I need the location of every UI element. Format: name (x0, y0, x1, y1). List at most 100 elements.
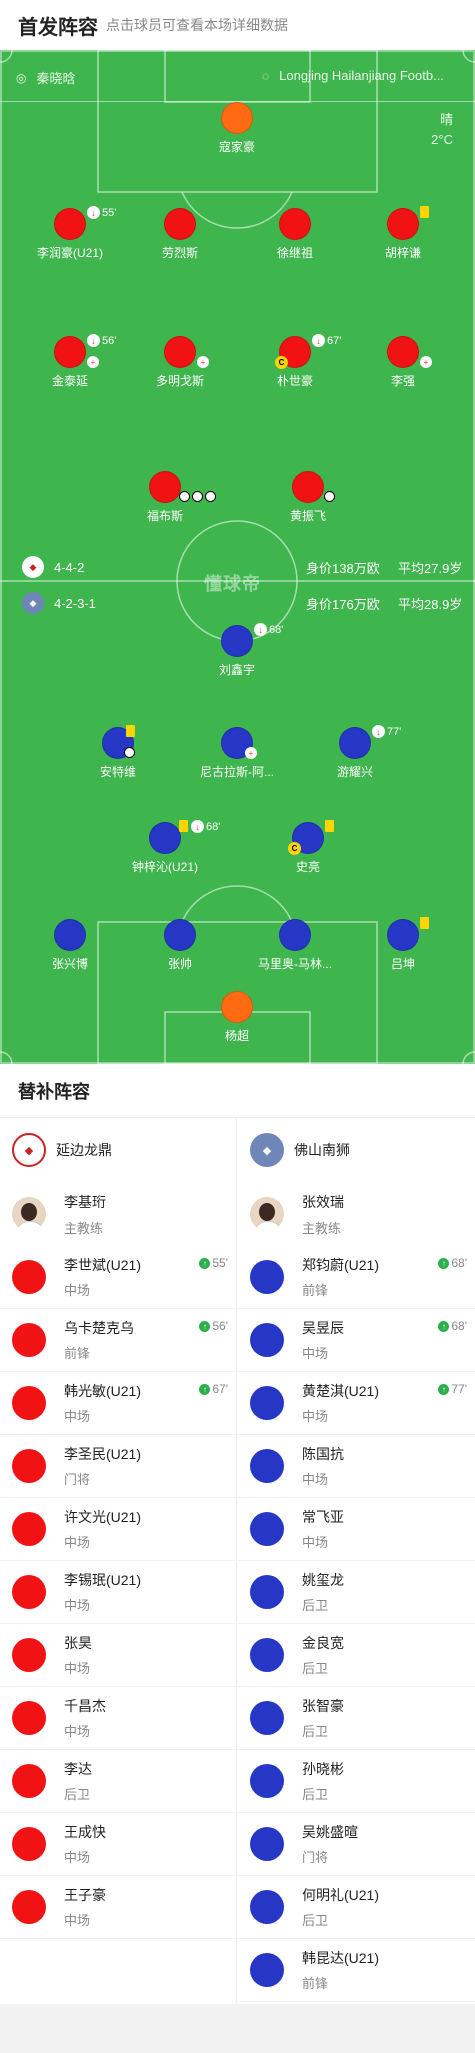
player-away-cb1[interactable]: 张帅 (120, 919, 240, 972)
player-dot (279, 919, 311, 951)
player-dot (12, 1638, 46, 1672)
sub-player-row[interactable]: 千昌杰 中场 (0, 1687, 236, 1750)
player-home-rb[interactable]: 胡梓谦 (343, 206, 463, 261)
sub-player-row[interactable]: 吴姚盛暄 门将 (238, 1813, 475, 1876)
player-dot (250, 1953, 284, 1987)
sub-player-row[interactable]: 何明礼(U21) 后卫 (238, 1876, 475, 1939)
sub-player-info: 陈国抗 中场 (302, 1444, 344, 1488)
goal-ball-icon (192, 491, 203, 502)
away-team-row[interactable]: ◆ 佛山南狮 (238, 1118, 475, 1182)
player-home-lm[interactable]: 金泰延 ↓ 56' + (10, 334, 130, 389)
pitch: ◎ 秦晓晗 ◌ Longjing Hailanjiang Footb... 晴 … (0, 50, 475, 1064)
sub-in-icon: ↑ (199, 1383, 211, 1395)
player-away-lb[interactable]: 张兴博 (10, 919, 130, 972)
player-home-rm[interactable]: 李强 + (343, 336, 463, 389)
sub-player-row[interactable]: 姚玺龙 后卫 (238, 1561, 475, 1624)
sub-player-row[interactable]: 李圣民(U21) 门将 (0, 1435, 236, 1498)
sub-player-position: 前锋 (302, 1283, 329, 1298)
sub-player-row[interactable]: 常飞亚 中场 (238, 1498, 475, 1561)
coach-avatar (12, 1197, 46, 1231)
sub-player-info: 黄楚淇(U21) 中场 (302, 1381, 379, 1425)
yellow-card-icon (420, 917, 429, 929)
sub-out-icon: ↓ (254, 623, 267, 636)
sub-player-row[interactable]: 黄楚淇(U21) 中场 ↑ 77' (238, 1372, 475, 1435)
player-home-cb1[interactable]: 劳烈斯 (120, 208, 240, 261)
coach-name: 张效瑞 (302, 1193, 344, 1210)
sub-player-row[interactable]: 金良宽 后卫 (238, 1624, 475, 1687)
goal-ball-icon (324, 491, 335, 502)
player-name: 劳烈斯 (161, 246, 198, 260)
injury-icon: + (87, 356, 99, 368)
sub-player-row[interactable]: 王子豪 中场 (0, 1876, 236, 1939)
player-home-st1[interactable]: 福布斯 (105, 471, 225, 524)
coach-role: 主教练 (302, 1220, 342, 1236)
sub-player-info: 张昊 中场 (64, 1633, 92, 1677)
sub-player-row[interactable]: 郑钧蔚(U21) 前锋 ↑ 68' (238, 1246, 475, 1309)
home-coach-row[interactable]: 李基珩 主教练 (0, 1182, 236, 1246)
sub-player-row[interactable]: 吴昱辰 中场 ↑ 68' (238, 1309, 475, 1372)
player-home-st2[interactable]: 黄振飞 (248, 471, 368, 524)
player-home-gk[interactable]: 寇家豪 (177, 102, 297, 155)
sub-player-row[interactable]: 韩光敏(U21) 中场 ↑ 67' (0, 1372, 236, 1435)
player-away-rb[interactable]: 吕坤 (343, 917, 463, 972)
player-name: 寇家豪 (218, 140, 255, 154)
sub-event: ↓ 67' (312, 334, 341, 347)
sub-player-row[interactable]: 陈国抗 中场 (238, 1435, 475, 1498)
sub-player-name: 郑钧蔚(U21) (302, 1257, 380, 1273)
sub-in-time: ↑ 68' (438, 1319, 467, 1333)
sub-player-position: 后卫 (302, 1661, 329, 1676)
player-away-dm1[interactable]: 钟梓沁(U21) ↓ 68' (105, 820, 225, 875)
injury-icon: + (197, 356, 209, 368)
sub-player-position: 后卫 (64, 1787, 91, 1802)
player-home-cb2[interactable]: 徐继祖 (235, 208, 355, 261)
weather-temperature: 2°C (431, 132, 453, 147)
away-coach-row[interactable]: 张效瑞 主教练 (238, 1182, 475, 1246)
player-away-dm2[interactable]: 史亮 C (248, 820, 368, 875)
venue: ◌ Longjing Hailanjiang Footb... (262, 68, 444, 83)
sub-player-info: 张智豪 后卫 (302, 1696, 344, 1740)
sub-player-row[interactable]: 孙晓彬 后卫 (238, 1750, 475, 1813)
home-worth: 身价138万欧 (306, 560, 380, 576)
player-dot (54, 336, 86, 368)
player-dot (387, 919, 419, 951)
home-formation: 4-4-2 (54, 559, 85, 575)
sub-player-row[interactable]: 王成快 中场 (0, 1813, 236, 1876)
sub-out-icon: ↓ (372, 725, 385, 738)
player-away-am[interactable]: 尼古拉斯-阿... + (177, 727, 297, 780)
player-home-cm1[interactable]: 多明戈斯 + (120, 336, 240, 389)
sub-player-row[interactable]: 张昊 中场 (0, 1624, 236, 1687)
player-away-lw[interactable]: 安特维 (58, 725, 178, 780)
sub-player-name: 何明礼(U21) (302, 1887, 380, 1903)
weather-condition: 晴 (439, 112, 453, 127)
player-home-cm2[interactable]: 朴世豪 ↓ 67' C (235, 334, 355, 389)
sub-player-row[interactable]: 乌卡楚克乌 前锋 ↑ 56' (0, 1309, 236, 1372)
referee: ◎ 秦晓晗 (16, 68, 76, 87)
player-away-gk[interactable]: 杨超 (177, 991, 297, 1044)
yellow-card-icon (420, 206, 429, 218)
away-formation: 4-2-3-1 (54, 595, 96, 611)
sub-player-row[interactable]: 李达 后卫 (0, 1750, 236, 1813)
sub-player-info: 郑钧蔚(U21) 前锋 (302, 1255, 379, 1299)
player-away-cb2[interactable]: 马里奥-马林... (235, 919, 355, 972)
player-home-lb[interactable]: 李润豪(U21) ↓ 55' (10, 206, 130, 261)
sub-in-icon: ↑ (438, 1257, 450, 1269)
sub-player-name: 李锡珉(U21) (64, 1572, 142, 1588)
sub-player-position: 中场 (302, 1472, 329, 1487)
player-dot (164, 919, 196, 951)
sub-player-name: 金良宽 (302, 1635, 344, 1651)
home-team-row[interactable]: ◆ 延边龙鼎 (0, 1118, 236, 1182)
sub-player-info: 李锡珉(U21) 中场 (64, 1570, 141, 1614)
sub-player-row[interactable]: 李锡珉(U21) 中场 (0, 1561, 236, 1624)
sub-player-info: 吴昱辰 中场 (302, 1318, 344, 1362)
goals (124, 747, 135, 758)
sub-player-position: 中场 (302, 1409, 329, 1424)
sub-in-time: ↑ 56' (199, 1319, 228, 1333)
sub-player-row[interactable]: 韩昆达(U21) 前锋 (238, 1939, 475, 2002)
player-dot (221, 991, 253, 1023)
sub-player-row[interactable]: 李世斌(U21) 中场 ↑ 55' (0, 1246, 236, 1309)
sub-out-icon: ↓ (191, 820, 204, 833)
sub-player-row[interactable]: 张智豪 后卫 (238, 1687, 475, 1750)
sub-player-row[interactable]: 许文光(U21) 中场 (0, 1498, 236, 1561)
player-away-rw[interactable]: 游耀兴 ↓ 77' (295, 725, 415, 780)
player-away-st[interactable]: 刘鑫宇 ↓ 68' (177, 623, 297, 678)
